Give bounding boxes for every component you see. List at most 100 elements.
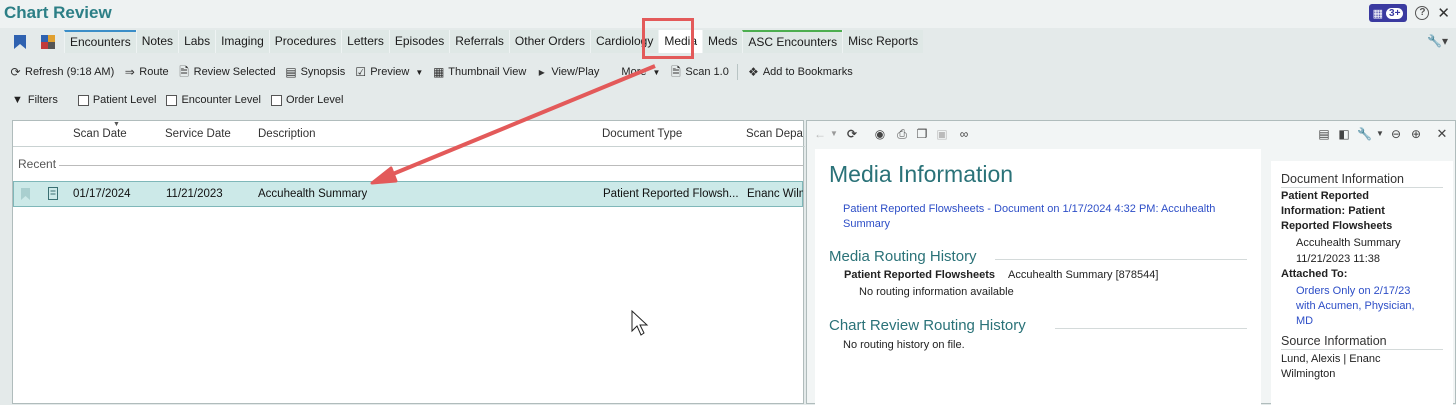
bookmark-add-icon: ❖	[747, 64, 759, 79]
view-play-button[interactable]: ▸ View/Play	[535, 65, 600, 79]
zoom-out-icon[interactable]: ⊖	[1389, 127, 1403, 141]
source-information-title: Source Information	[1281, 334, 1387, 348]
refresh-icon[interactable]: ⟳	[845, 127, 859, 141]
close-icon[interactable]: ✕	[1437, 4, 1450, 22]
column-document-type[interactable]: Document Type	[602, 128, 682, 140]
tab-asc-encounters[interactable]: ASC Encounters	[742, 30, 843, 53]
tab-bar: Encounters Notes Labs Imaging Procedures…	[0, 30, 1456, 54]
zoom-in-icon[interactable]: ⊕	[1409, 127, 1423, 141]
media-list: ▼ Scan Date Service Date Description Doc…	[12, 120, 805, 404]
route-button[interactable]: ⇒ Route	[123, 64, 169, 79]
document-link[interactable]: Patient Reported Flowsheets - Document o…	[843, 202, 1215, 232]
app-title: Chart Review	[4, 3, 112, 22]
bookmark-icon[interactable]	[20, 188, 31, 200]
tab-misc-reports[interactable]: Misc Reports	[842, 30, 924, 53]
image-icon[interactable]: ▣	[935, 127, 949, 141]
tab-referrals[interactable]: Referrals	[449, 30, 509, 53]
document-information-title: Document Information	[1281, 172, 1404, 186]
link-icon[interactable]: ∞	[957, 127, 971, 141]
binoculars-icon[interactable]: ◉	[873, 127, 887, 141]
media-information-pane: Media Information Patient Reported Flows…	[815, 149, 1261, 405]
column-description[interactable]: Description	[258, 128, 316, 140]
order-level-checkbox[interactable]: Order Level	[270, 94, 343, 106]
chart-review-routing-history-title: Chart Review Routing History	[829, 317, 1026, 334]
preview-toolbar: ← ▼ ⟳ ◉ ⎙ ❐ ▣ ∞ ▤ ◧ 🔧 ▼ ⊖ ⊕ ✕	[807, 121, 1456, 147]
scan-department-cell: Enanc Wilm	[747, 188, 803, 200]
chart-layout-icon[interactable]	[40, 34, 56, 50]
chevron-down-icon[interactable]: ▼	[1373, 127, 1387, 141]
section-divider	[995, 259, 1247, 260]
tab-meds[interactable]: Meds	[702, 30, 743, 53]
review-selected-button[interactable]: 🗎 Review Selected	[178, 65, 275, 79]
chart-review-tabs: Encounters Notes Labs Imaging Procedures…	[64, 30, 924, 54]
checkbox-checked-icon: ☑	[355, 64, 367, 79]
filter-icon: ▼	[12, 94, 23, 106]
section-divider	[1281, 349, 1443, 350]
tab-procedures[interactable]: Procedures	[268, 30, 342, 53]
tab-labs[interactable]: Labs	[178, 30, 216, 53]
close-icon[interactable]: ✕	[1435, 127, 1449, 141]
media-toolbar: ⟳ Refresh (9:18 AM) ⇒ Route 🗎 Review Sel…	[0, 62, 1456, 82]
document-information-pane: Document Information Patient Reported In…	[1271, 161, 1453, 405]
chevron-down-icon[interactable]: ▼	[415, 68, 423, 77]
document-type: Patient Reported Information: Patient Re…	[1281, 190, 1393, 232]
patient-level-checkbox[interactable]: Patient Level	[77, 94, 156, 106]
help-icon[interactable]: ?	[1415, 6, 1430, 20]
checkbox[interactable]	[77, 94, 89, 106]
synopsis-button[interactable]: ▤ Synopsis	[285, 64, 345, 79]
preview-panel: ← ▼ ⟳ ◉ ⎙ ❐ ▣ ∞ ▤ ◧ 🔧 ▼ ⊖ ⊕ ✕ Media Info…	[806, 120, 1456, 405]
section-divider	[1055, 328, 1247, 329]
refresh-icon: ⟳	[10, 64, 21, 79]
synopsis-icon: ▤	[285, 64, 297, 79]
refresh-button[interactable]: ⟳ Refresh (9:18 AM)	[9, 64, 114, 79]
document-description: Accuhealth Summary	[1296, 237, 1401, 249]
media-tab-highlight	[642, 18, 694, 59]
attached-order-link[interactable]: Orders Only on 2/17/23 with Acumen, Phys…	[1296, 284, 1415, 329]
print-icon[interactable]: ⎙	[895, 127, 909, 141]
clapper-icon: ▦	[1372, 7, 1384, 20]
checkbox[interactable]	[270, 94, 282, 106]
more-button[interactable]: More ▼	[621, 66, 660, 78]
media-information-title: Media Information	[829, 161, 1014, 187]
chevron-down-icon: ▼	[652, 67, 661, 77]
document-icon	[48, 187, 58, 200]
tab-imaging[interactable]: Imaging	[215, 30, 269, 53]
split-vertical-icon[interactable]: ◧	[1337, 127, 1351, 141]
encounter-level-checkbox[interactable]: Encounter Level	[166, 94, 261, 106]
column-scan-department[interactable]: Scan Depa	[746, 128, 803, 140]
split-horizontal-icon[interactable]: ▤	[1317, 127, 1331, 141]
wrench-menu-icon[interactable]: 🔧▾	[1427, 34, 1448, 48]
scanner-icon: 🗎	[671, 64, 681, 79]
document-type-cell: Patient Reported Flowsh...	[603, 188, 739, 200]
table-row[interactable]: 01/17/2024 11/21/2023 Accuhealth Summary…	[13, 181, 803, 207]
title-bar: Chart Review ▦ 3+ ? ✕	[0, 0, 1456, 28]
scan-button[interactable]: 🗎 Scan 1.0	[669, 64, 729, 79]
routing-value: Accuhealth Summary [878544]	[1008, 269, 1159, 281]
checkbox[interactable]	[166, 94, 178, 106]
document-datetime: 11/21/2023 11:38	[1296, 253, 1381, 265]
tab-letters[interactable]: Letters	[341, 30, 389, 53]
preview-toggle[interactable]: ☑ Preview ▼	[354, 64, 423, 79]
section-divider	[1281, 187, 1443, 188]
copy-icon[interactable]: ❐	[915, 127, 929, 141]
route-icon: ⇒	[124, 64, 135, 79]
wrench-icon[interactable]: 🔧	[1357, 127, 1372, 141]
back-arrow-icon[interactable]: ←	[813, 127, 827, 141]
tab-other-orders[interactable]: Other Orders	[508, 30, 590, 53]
column-scan-date[interactable]: Scan Date	[73, 128, 127, 140]
column-service-date[interactable]: Service Date	[165, 128, 231, 140]
toolbar-divider	[736, 64, 738, 80]
description-cell: Accuhealth Summary	[258, 188, 368, 200]
service-date-cell: 11/21/2023	[166, 188, 223, 200]
thumbnail-view-button[interactable]: ▦ Thumbnail View	[432, 65, 526, 79]
chevron-down-icon[interactable]: ▼	[827, 127, 841, 141]
routing-label: Patient Reported Flowsheets	[844, 269, 995, 281]
add-to-bookmarks-button[interactable]: ❖ Add to Bookmarks	[747, 64, 853, 79]
tab-episodes[interactable]: Episodes	[388, 30, 450, 53]
notifications-button[interactable]: ▦ 3+	[1368, 4, 1408, 22]
bookmark-icon[interactable]	[12, 34, 28, 50]
tab-notes[interactable]: Notes	[135, 30, 179, 53]
filters-button[interactable]: ▼ Filters	[12, 94, 58, 106]
window-controls: ▦ 3+ ? ✕	[1368, 4, 1450, 22]
tab-encounters[interactable]: Encounters	[64, 30, 136, 53]
